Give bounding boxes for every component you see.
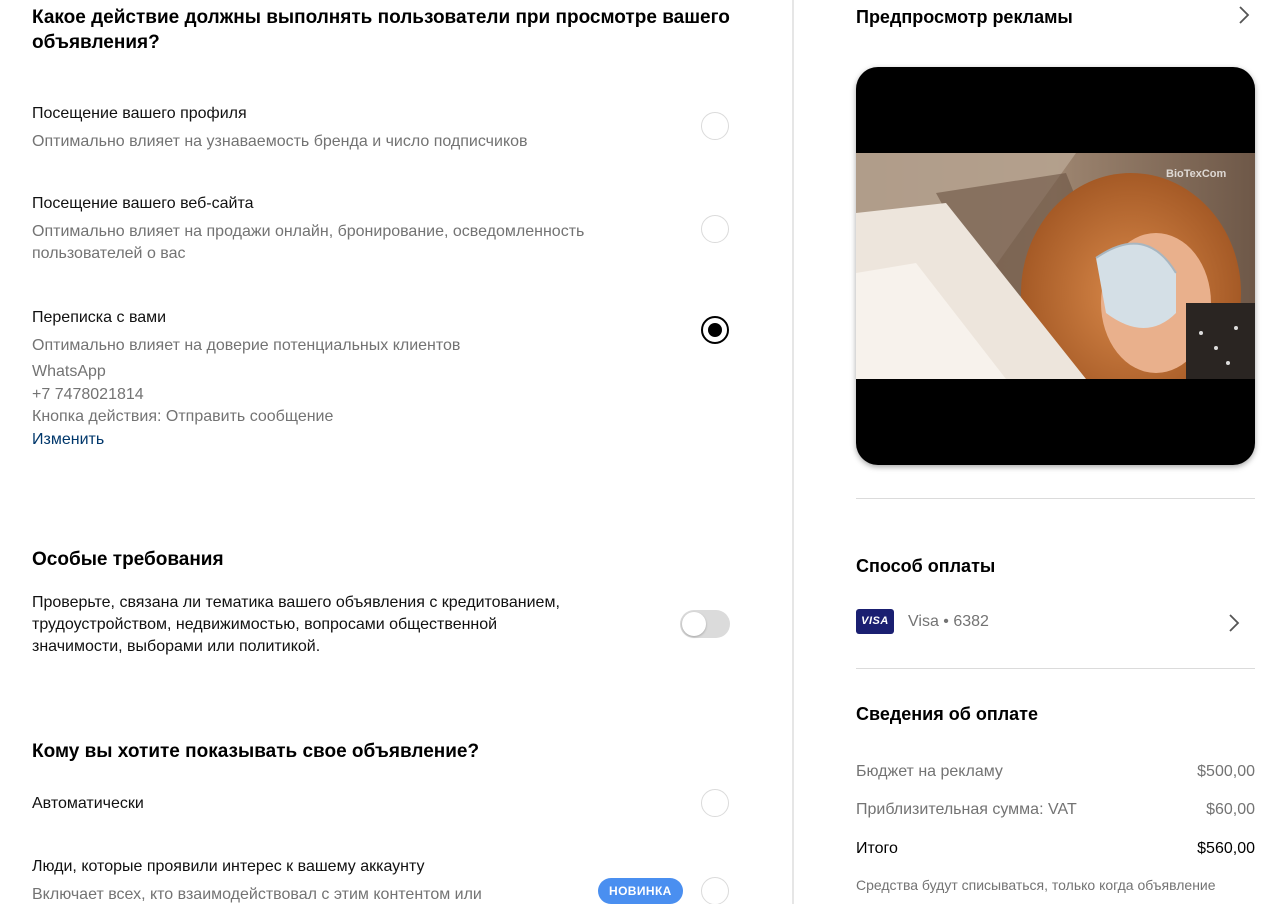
messaging-app-name: WhatsApp xyxy=(32,363,106,380)
ad-preview-image: BioTexCom xyxy=(856,153,1255,379)
ad-preview-title: Предпросмотр рекламы xyxy=(856,7,1073,27)
special-requirements-description-line3: значимости, выборами или политикой. xyxy=(32,638,321,655)
phone-number: +7 7478021814 xyxy=(32,386,144,403)
payment-chevron-right-icon[interactable] xyxy=(1227,613,1241,633)
option-website-visit-radio[interactable] xyxy=(701,215,729,243)
total-label: Итого xyxy=(856,840,898,857)
watermark-text: BioTexCom xyxy=(1166,168,1227,180)
new-badge: НОВИНКА xyxy=(598,878,683,904)
option-messages-title: Переписка с вами xyxy=(32,309,167,326)
visa-card-icon: VISA xyxy=(856,609,894,634)
special-requirements-description-line1: Проверьте, связана ли тематика вашего об… xyxy=(32,594,560,611)
option-website-visit-subtitle-line2: пользователей о вас xyxy=(32,245,186,262)
total-value: $560,00 xyxy=(1197,840,1255,857)
payment-card-label[interactable]: Visa • 6382 xyxy=(908,611,989,633)
budget-value: $500,00 xyxy=(1197,763,1255,780)
option-website-visit-subtitle-line1: Оптимально влияет на продажи онлайн, бро… xyxy=(32,223,585,240)
payment-details-title: Сведения об оплате xyxy=(856,704,1038,724)
summary-column: Предпросмотр рекламы BioTexCom Способ оп… xyxy=(794,0,1280,904)
special-requirements-toggle[interactable] xyxy=(680,610,730,638)
option-profile-visit-radio[interactable] xyxy=(701,112,729,140)
action-button-text: Кнопка действия: Отправить сообщение xyxy=(32,408,334,425)
promotion-settings-page: Какое действие должны выполнять пользова… xyxy=(0,0,1280,904)
budget-label: Бюджет на рекламу xyxy=(856,763,1003,780)
billing-note: Средства будут списываться, только когда… xyxy=(856,877,1216,893)
settings-column: Какое действие должны выполнять пользова… xyxy=(0,0,792,904)
audience-interested-title: Люди, которые проявили интерес к вашему … xyxy=(32,858,425,875)
audience-section-title: Кому вы хотите показывать свое объявлени… xyxy=(32,741,480,762)
divider-2 xyxy=(856,668,1255,669)
option-profile-visit-title: Посещение вашего профиля xyxy=(32,105,247,122)
audience-automatic-title: Автоматически xyxy=(32,795,144,812)
option-profile-visit-subtitle: Оптимально влияет на узнаваемость бренда… xyxy=(32,133,528,150)
option-messages-radio[interactable] xyxy=(701,316,729,344)
audience-automatic-radio[interactable] xyxy=(701,789,729,817)
option-website-visit-title: Посещение вашего веб-сайта xyxy=(32,195,254,212)
chevron-right-icon[interactable] xyxy=(1237,5,1251,25)
audience-interested-subtitle: Включает всех, кто взаимодействовал с эт… xyxy=(32,886,482,903)
edit-messaging-link[interactable]: Изменить xyxy=(32,429,104,451)
vat-value: $60,00 xyxy=(1206,801,1255,818)
radio-selected-dot xyxy=(708,323,722,337)
divider-1 xyxy=(856,498,1255,499)
payment-method-title: Способ оплаты xyxy=(856,556,996,576)
toggle-knob xyxy=(682,612,706,636)
option-messages-subtitle: Оптимально влияет на доверие потенциальн… xyxy=(32,337,461,354)
audience-interested-radio[interactable] xyxy=(701,877,729,904)
vat-label: Приблизительная сумма: VAT xyxy=(856,801,1077,818)
ad-preview-media[interactable]: BioTexCom xyxy=(856,67,1255,465)
action-section-title: Какое действие должны выполнять пользова… xyxy=(32,7,730,53)
special-requirements-description-line2: трудоустройством, недвижимостью, вопроса… xyxy=(32,616,498,633)
special-requirements-title: Особые требования xyxy=(32,549,224,570)
